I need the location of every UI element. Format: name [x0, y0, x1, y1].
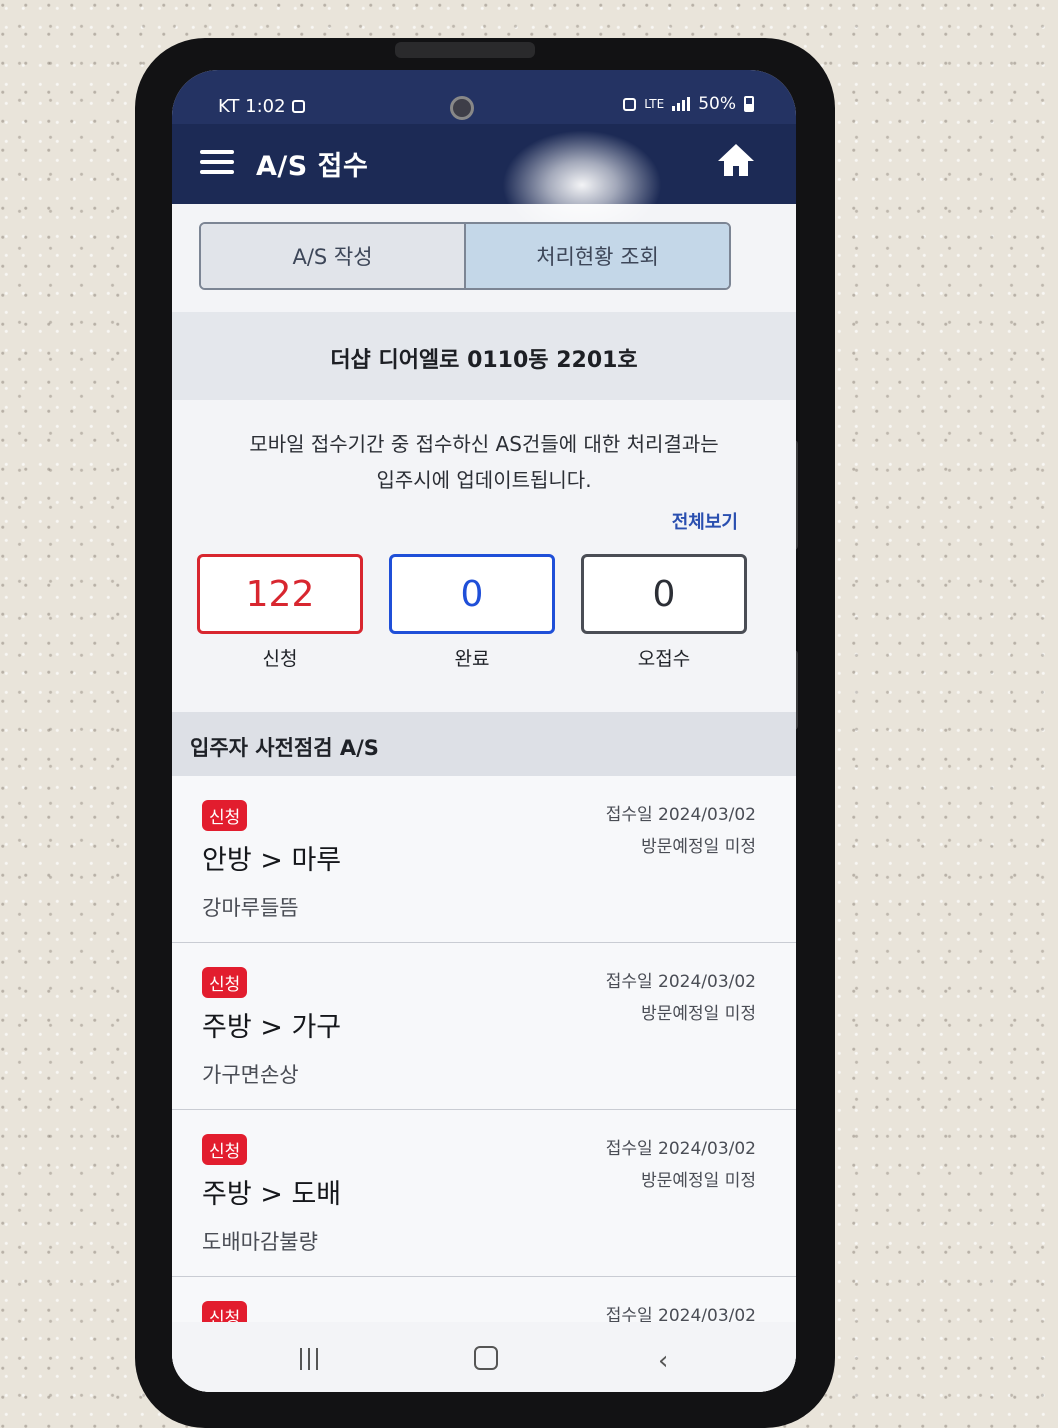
system-nav-bar: ‹ [172, 1322, 796, 1392]
front-camera [450, 96, 474, 120]
phone-top-edge [395, 42, 535, 58]
tab-as-write[interactable]: A/S 작성 [201, 224, 466, 288]
unit-address: 더샵 디어엘로 0110동 2201호 [330, 348, 638, 373]
app-title: A/S 접수 [256, 151, 369, 182]
count-completed: 0 완료 [389, 554, 555, 671]
count-requested-label: 신청 [262, 648, 298, 670]
tab-status-inquiry[interactable]: 처리현황 조회 [466, 224, 729, 288]
item-visit-date: 방문예정일 미정 [641, 837, 756, 857]
item-title: 주방 > 가구 [202, 1012, 342, 1043]
alarm-icon [623, 97, 637, 111]
count-completed-box[interactable]: 0 [389, 554, 555, 634]
menu-icon[interactable] [200, 150, 236, 176]
battery-label: 50% [698, 94, 736, 114]
count-misfiled-box[interactable]: 0 [581, 554, 747, 634]
network-label: LTE [644, 97, 665, 111]
notification-icon [291, 100, 305, 113]
recent-apps-icon[interactable] [300, 1348, 318, 1370]
count-misfiled-label: 오접수 [637, 648, 691, 670]
phone-screen: KT 1:02 LTE 50% A/S 접수 A/S 작성 처리현황 조회 더샵… [172, 70, 796, 1392]
view-all-link[interactable]: 전체보기 [672, 508, 738, 534]
count-summary: 122 신청 0 완료 0 오접수 [197, 554, 747, 671]
count-requested: 122 신청 [197, 554, 363, 671]
section-title: 입주자 사전점검 A/S [190, 736, 379, 760]
list-item[interactable]: 신청 안방 > 마루 강마루들뜸 접수일 2024/03/02 방문예정일 미정 [172, 776, 796, 943]
back-icon[interactable]: ‹ [658, 1346, 668, 1376]
notice-line-2: 입주시에 업데이트됩니다. [376, 468, 592, 492]
status-badge: 신청 [202, 800, 248, 831]
unit-banner: 더샵 디어엘로 0110동 2201호 [172, 312, 796, 400]
item-visit-date: 방문예정일 미정 [641, 1171, 756, 1191]
home-icon[interactable] [716, 140, 756, 180]
notice-line-1: 모바일 접수기간 중 접수하신 AS건들에 대한 처리결과는 [249, 432, 719, 456]
nav-home-icon[interactable] [474, 1346, 498, 1370]
item-desc: 강마루들뜸 [202, 896, 299, 920]
item-received-date: 접수일 2024/03/02 [605, 972, 756, 992]
tab-bar: A/S 작성 처리현황 조회 [199, 222, 731, 290]
item-desc: 도배마감불량 [202, 1230, 318, 1254]
status-badge: 신청 [202, 967, 248, 998]
app-bar: A/S 접수 [172, 124, 796, 204]
notice-text: 모바일 접수기간 중 접수하신 AS건들에 대한 처리결과는 입주시에 업데이트… [192, 426, 776, 498]
item-title: 안방 > 마루 [202, 845, 342, 876]
status-right: LTE 50% [623, 94, 754, 114]
item-received-date: 접수일 2024/03/02 [605, 805, 756, 825]
item-visit-date: 방문예정일 미정 [641, 1004, 756, 1024]
status-left: KT 1:02 [218, 96, 305, 117]
item-desc: 가구면손상 [202, 1063, 299, 1087]
carrier-time: KT 1:02 [218, 96, 286, 117]
signal-icon [672, 97, 691, 111]
count-misfiled: 0 오접수 [581, 554, 747, 671]
count-completed-label: 완료 [454, 648, 490, 670]
status-bar: KT 1:02 LTE 50% [172, 70, 796, 124]
list-item[interactable]: 신청 주방 > 도배 도배마감불량 접수일 2024/03/02 방문예정일 미… [172, 1110, 796, 1277]
list-item[interactable]: 신청 주방 > 가구 가구면손상 접수일 2024/03/02 방문예정일 미정 [172, 943, 796, 1110]
section-header: 입주자 사전점검 A/S [172, 712, 796, 776]
battery-icon [744, 96, 754, 112]
item-received-date: 접수일 2024/03/02 [605, 1139, 756, 1159]
as-list: 신청 안방 > 마루 강마루들뜸 접수일 2024/03/02 방문예정일 미정… [172, 776, 796, 1392]
count-requested-box[interactable]: 122 [197, 554, 363, 634]
status-badge: 신청 [202, 1134, 248, 1165]
item-title: 주방 > 도배 [202, 1179, 342, 1210]
